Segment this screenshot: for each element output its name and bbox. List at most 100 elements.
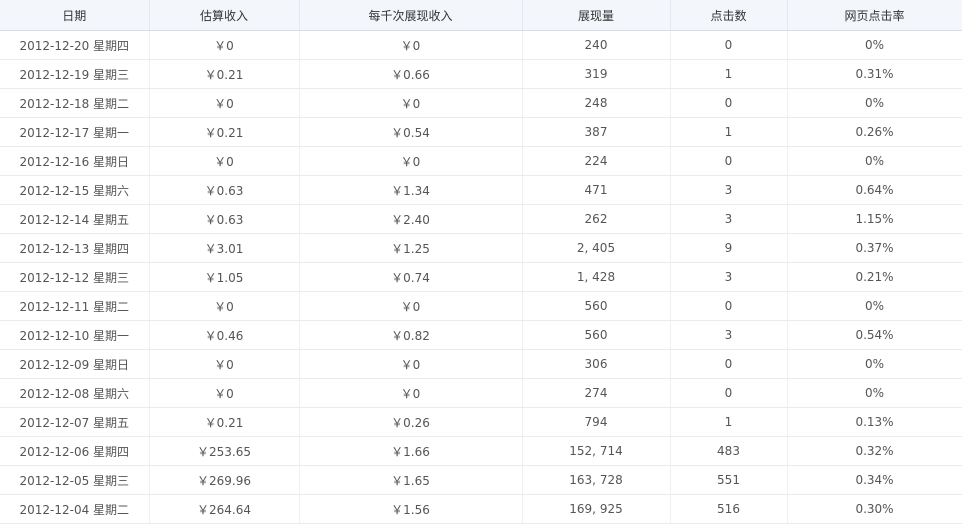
cell-rpm: ￥0.66 — [299, 59, 523, 89]
cell-impressions: 1, 428 — [522, 262, 671, 292]
cell-impressions: 471 — [522, 175, 671, 205]
cell-rpm: ￥0 — [299, 291, 523, 321]
cell-estimated-revenue: ￥0 — [149, 30, 300, 60]
table-row: 2012-12-20 星期四 ￥0 ￥0 240 0 0% — [0, 30, 962, 60]
cell-ctr: 0% — [787, 349, 962, 379]
cell-clicks: 0 — [670, 291, 788, 321]
cell-clicks: 3 — [670, 320, 788, 350]
cell-date: 2012-12-11 星期二 — [0, 291, 150, 321]
cell-impressions: 152, 714 — [522, 436, 671, 466]
cell-impressions: 319 — [522, 59, 671, 89]
cell-impressions: 163, 728 — [522, 465, 671, 495]
cell-estimated-revenue: ￥0 — [149, 349, 300, 379]
cell-clicks: 1 — [670, 117, 788, 147]
table-row: 2012-12-17 星期一 ￥0.21 ￥0.54 387 1 0.26% — [0, 117, 962, 147]
cell-rpm: ￥2.40 — [299, 204, 523, 234]
cell-rpm: ￥1.66 — [299, 436, 523, 466]
cell-ctr: 0.54% — [787, 320, 962, 350]
cell-impressions: 169, 925 — [522, 494, 671, 524]
cell-clicks: 1 — [670, 59, 788, 89]
cell-clicks: 0 — [670, 349, 788, 379]
cell-estimated-revenue: ￥0.63 — [149, 175, 300, 205]
cell-clicks: 0 — [670, 88, 788, 118]
table-row: 2012-12-09 星期日 ￥0 ￥0 306 0 0% — [0, 349, 962, 379]
cell-clicks: 1 — [670, 407, 788, 437]
table-header-row: 日期 估算收入 每千次展现收入 展现量 点击数 网页点击率 — [0, 0, 962, 31]
cell-rpm: ￥0.74 — [299, 262, 523, 292]
cell-date: 2012-12-09 星期日 — [0, 349, 150, 379]
cell-date: 2012-12-12 星期三 — [0, 262, 150, 292]
cell-impressions: 240 — [522, 30, 671, 60]
cell-date: 2012-12-13 星期四 — [0, 233, 150, 263]
header-rpm[interactable]: 每千次展现收入 — [299, 0, 523, 31]
cell-date: 2012-12-08 星期六 — [0, 378, 150, 408]
cell-ctr: 0.37% — [787, 233, 962, 263]
cell-impressions: 248 — [522, 88, 671, 118]
cell-estimated-revenue: ￥0 — [149, 146, 300, 176]
cell-impressions: 560 — [522, 291, 671, 321]
cell-rpm: ￥0.26 — [299, 407, 523, 437]
cell-impressions: 794 — [522, 407, 671, 437]
cell-ctr: 0.21% — [787, 262, 962, 292]
cell-ctr: 0.26% — [787, 117, 962, 147]
cell-estimated-revenue: ￥1.05 — [149, 262, 300, 292]
cell-estimated-revenue: ￥0 — [149, 291, 300, 321]
table-row: 2012-12-14 星期五 ￥0.63 ￥2.40 262 3 1.15% — [0, 204, 962, 234]
cell-estimated-revenue: ￥0.63 — [149, 204, 300, 234]
table-row: 2012-12-08 星期六 ￥0 ￥0 274 0 0% — [0, 378, 962, 408]
table-row: 2012-12-16 星期日 ￥0 ￥0 224 0 0% — [0, 146, 962, 176]
cell-rpm: ￥1.65 — [299, 465, 523, 495]
cell-ctr: 1.15% — [787, 204, 962, 234]
table-row: 2012-12-06 星期四 ￥253.65 ￥1.66 152, 714 483 0.3… — [0, 436, 962, 466]
cell-estimated-revenue: ￥0.21 — [149, 59, 300, 89]
cell-date: 2012-12-17 星期一 — [0, 117, 150, 147]
header-estimated-revenue[interactable]: 估算收入 — [149, 0, 300, 31]
cell-clicks: 551 — [670, 465, 788, 495]
cell-impressions: 274 — [522, 378, 671, 408]
cell-estimated-revenue: ￥0.46 — [149, 320, 300, 350]
cell-clicks: 3 — [670, 204, 788, 234]
cell-date: 2012-12-18 星期二 — [0, 88, 150, 118]
cell-clicks: 516 — [670, 494, 788, 524]
cell-estimated-revenue: ￥253.65 — [149, 436, 300, 466]
cell-ctr: 0% — [787, 88, 962, 118]
cell-clicks: 0 — [670, 30, 788, 60]
cell-clicks: 483 — [670, 436, 788, 466]
cell-estimated-revenue: ￥264.64 — [149, 494, 300, 524]
cell-impressions: 224 — [522, 146, 671, 176]
table-row: 2012-12-07 星期五 ￥0.21 ￥0.26 794 1 0.13% — [0, 407, 962, 437]
cell-date: 2012-12-19 星期三 — [0, 59, 150, 89]
cell-estimated-revenue: ￥0.21 — [149, 407, 300, 437]
cell-estimated-revenue: ￥0.21 — [149, 117, 300, 147]
cell-date: 2012-12-10 星期一 — [0, 320, 150, 350]
table-row: 2012-12-04 星期二 ￥264.64 ￥1.56 169, 925 516 0.3… — [0, 494, 962, 524]
report-table-container: 日期 估算收入 每千次展现收入 展现量 点击数 网页点击率 2012-12-20… — [0, 0, 962, 526]
cell-date: 2012-12-06 星期四 — [0, 436, 150, 466]
cell-ctr: 0.13% — [787, 407, 962, 437]
cell-clicks: 3 — [670, 262, 788, 292]
cell-estimated-revenue: ￥0 — [149, 378, 300, 408]
header-clicks[interactable]: 点击数 — [670, 0, 788, 31]
cell-estimated-revenue: ￥0 — [149, 88, 300, 118]
cell-date: 2012-12-20 星期四 — [0, 30, 150, 60]
cell-ctr: 0.31% — [787, 59, 962, 89]
header-ctr[interactable]: 网页点击率 — [787, 0, 962, 31]
header-impressions[interactable]: 展现量 — [522, 0, 671, 31]
table-row: 2012-12-19 星期三 ￥0.21 ￥0.66 319 1 0.31% — [0, 59, 962, 89]
cell-rpm: ￥1.56 — [299, 494, 523, 524]
cell-rpm: ￥1.25 — [299, 233, 523, 263]
cell-ctr: 0.30% — [787, 494, 962, 524]
table-row: 2012-12-11 星期二 ￥0 ￥0 560 0 0% — [0, 291, 962, 321]
cell-rpm: ￥0 — [299, 349, 523, 379]
cell-impressions: 306 — [522, 349, 671, 379]
cell-impressions: 2, 405 — [522, 233, 671, 263]
table-row: 2012-12-10 星期一 ￥0.46 ￥0.82 560 3 0.54% — [0, 320, 962, 350]
cell-rpm: ￥0.82 — [299, 320, 523, 350]
table-row: 2012-12-13 星期四 ￥3.01 ￥1.25 2, 405 9 0.37% — [0, 233, 962, 263]
header-date[interactable]: 日期 — [0, 0, 150, 31]
cell-ctr: 0% — [787, 146, 962, 176]
cell-impressions: 387 — [522, 117, 671, 147]
cell-rpm: ￥0 — [299, 146, 523, 176]
cell-clicks: 0 — [670, 378, 788, 408]
table-row: 2012-12-05 星期三 ￥269.96 ￥1.65 163, 728 551 0.3… — [0, 465, 962, 495]
